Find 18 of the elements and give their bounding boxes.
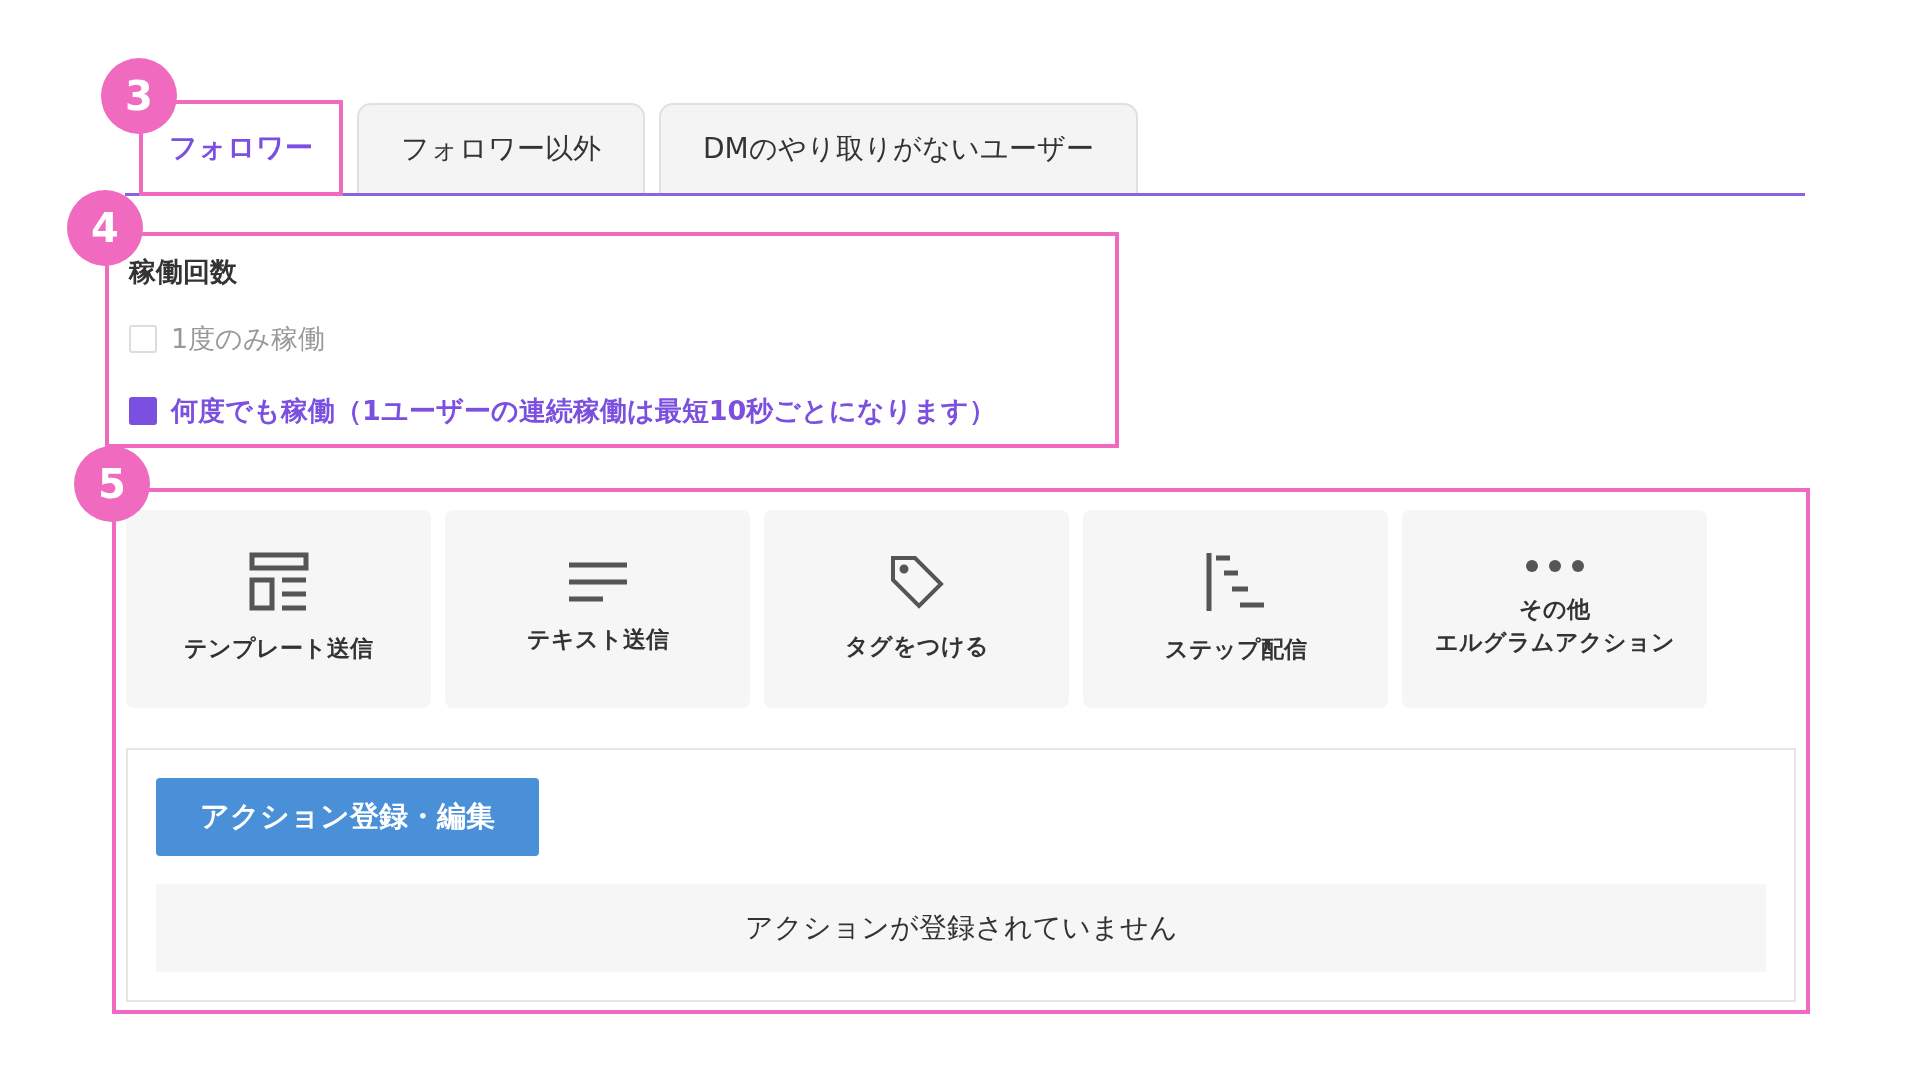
- action-tile[interactable]: ステップ配信: [1083, 510, 1388, 708]
- checkbox[interactable]: [129, 397, 157, 425]
- tab[interactable]: フォロワー以外: [357, 103, 645, 193]
- callout-number: 3: [101, 58, 177, 134]
- step-list-icon: [1205, 551, 1266, 614]
- text-lines-icon: [566, 561, 629, 604]
- action-tile[interactable]: その他 エルグラムアクション: [1402, 510, 1707, 708]
- more-dots-icon: [1524, 558, 1585, 573]
- callout-number: 5: [74, 446, 150, 522]
- checkbox-label: 何度でも稼働（1ユーザーの連続稼働は最短10秒ごとになります）: [171, 394, 997, 428]
- action-tile[interactable]: タグをつける: [764, 510, 1069, 708]
- tab[interactable]: DMのやり取りがないユーザー: [659, 103, 1138, 193]
- action-tile[interactable]: テンプレート送信: [126, 510, 431, 708]
- layout-icon: [248, 552, 309, 613]
- tag-icon: [888, 554, 945, 611]
- action-tile[interactable]: テキスト送信: [445, 510, 750, 708]
- checkbox-label: 1度のみ稼働: [171, 322, 326, 356]
- empty-message: アクションが登録されていません: [156, 884, 1766, 972]
